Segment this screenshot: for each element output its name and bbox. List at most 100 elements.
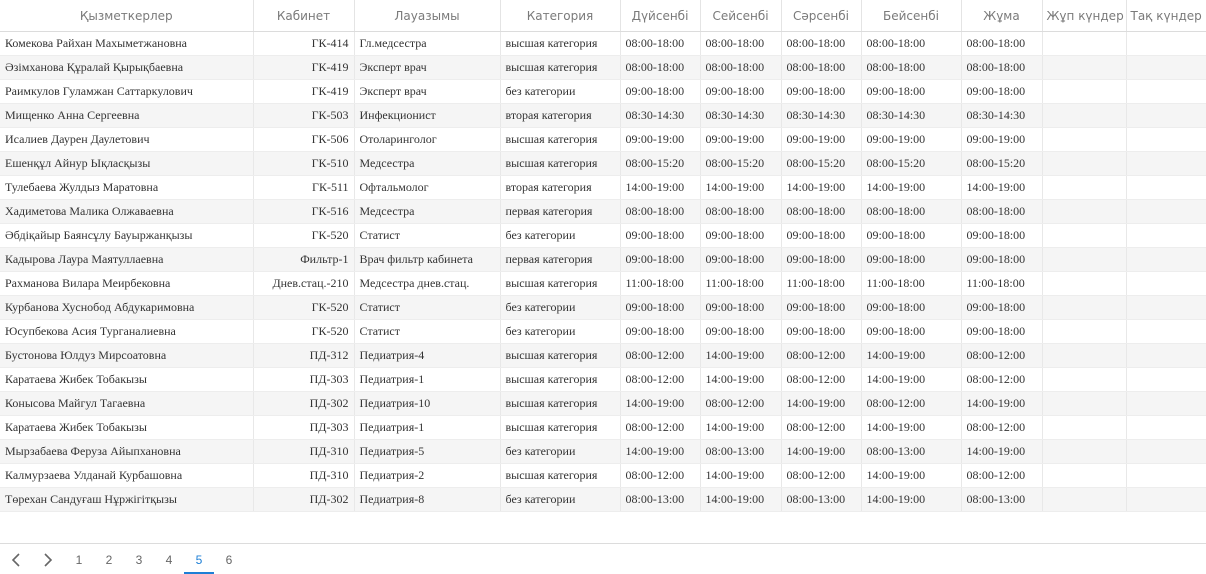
- table-row[interactable]: Калмурзаева Улданай Курбашовна ПД-310 Педи…: [0, 463, 1206, 488]
- cell-position: Педиатрия-8: [354, 487, 501, 512]
- cell-odd-days: [1126, 55, 1206, 80]
- cell-monday: 14:00-19:00: [620, 439, 701, 464]
- cell-monday: 08:00-18:00: [620, 55, 701, 80]
- cell-tuesday: 08:00-18:00: [700, 199, 782, 224]
- cell-even-days: [1042, 391, 1127, 416]
- column-header-monday[interactable]: Дүйсенбі: [620, 0, 701, 32]
- table-row[interactable]: Юсупбекова Асия Турганалиевна ГК-520 Стати…: [0, 319, 1206, 344]
- cell-even-days: [1042, 55, 1127, 80]
- cell-even-days: [1042, 127, 1127, 152]
- table-row[interactable]: Конысова Майгул Тагаевна ПД-302 Педиатрия-…: [0, 391, 1206, 416]
- table-body: Комекова Райхан Махыметжановна ГК-414 Гл.м…: [0, 31, 1206, 512]
- page-1-button[interactable]: 1: [64, 546, 94, 574]
- cell-employee-name: Комекова Райхан Махыметжановна: [0, 31, 254, 56]
- column-header-employees[interactable]: Қызметкерлер: [0, 0, 254, 32]
- cell-position: Медсестра: [354, 151, 501, 176]
- cell-cabinet: ГК-520: [253, 223, 355, 248]
- cell-monday: 08:00-12:00: [620, 343, 701, 368]
- column-header-category[interactable]: Категория: [500, 0, 621, 32]
- table-row[interactable]: Каратаева Жибек Тобакызы ПД-303 Педиатрия-…: [0, 415, 1206, 440]
- cell-cabinet: ГК-414: [253, 31, 355, 56]
- cell-thursday: 14:00-19:00: [861, 487, 962, 512]
- column-header-position[interactable]: Лауазымы: [354, 0, 501, 32]
- cell-tuesday: 08:00-13:00: [700, 439, 782, 464]
- column-header-cabinet[interactable]: Кабинет: [253, 0, 355, 32]
- cell-tuesday: 11:00-18:00: [700, 271, 782, 296]
- table-row[interactable]: Исалиев Даурен Даулетович ГК-506 Отоларинг…: [0, 127, 1206, 152]
- page-5-button[interactable]: 5: [184, 546, 214, 574]
- table-row[interactable]: Мищенко Анна Сергеевна ГК-503 Инфекционист…: [0, 103, 1206, 128]
- pagination: 123456: [0, 546, 244, 574]
- cell-category: высшая категория: [500, 415, 621, 440]
- cell-position: Врач фильтр кабинета: [354, 247, 501, 272]
- table-row[interactable]: Әзімханова Құралай Қырықбаевна ГК-419 Эксп…: [0, 55, 1206, 80]
- cell-category: без категории: [500, 223, 621, 248]
- cell-friday: 08:00-15:20: [961, 151, 1043, 176]
- cell-cabinet: ГК-506: [253, 127, 355, 152]
- cell-thursday: 08:00-18:00: [861, 199, 962, 224]
- column-header-even-days[interactable]: Жұп күндер: [1042, 0, 1127, 32]
- column-header-tuesday[interactable]: Сейсенбі: [700, 0, 782, 32]
- page-4-button[interactable]: 4: [154, 546, 184, 574]
- footer-divider: [0, 543, 1206, 544]
- table-row[interactable]: Каратаева Жибек Тобакызы ПД-303 Педиатрия-…: [0, 367, 1206, 392]
- cell-monday: 08:00-18:00: [620, 199, 701, 224]
- table-row[interactable]: Тулебаева Жулдыз Маратовна ГК-511 Офтальмо…: [0, 175, 1206, 200]
- cell-tuesday: 09:00-18:00: [700, 247, 782, 272]
- cell-monday: 09:00-18:00: [620, 79, 701, 104]
- cell-cabinet: ПД-312: [253, 343, 355, 368]
- cell-even-days: [1042, 271, 1127, 296]
- cell-category: вторая категория: [500, 175, 621, 200]
- cell-friday: 08:00-12:00: [961, 415, 1043, 440]
- table-row[interactable]: Хадиметова Малика Олжаваевна ГК-516 Медсес…: [0, 199, 1206, 224]
- column-header-wednesday[interactable]: Сәрсенбі: [781, 0, 862, 32]
- cell-thursday: 09:00-18:00: [861, 247, 962, 272]
- cell-odd-days: [1126, 223, 1206, 248]
- cell-cabinet: ГК-503: [253, 103, 355, 128]
- table-row[interactable]: Төрехан Сандуғаш Нұржігітқызы ПД-302 Педиа…: [0, 487, 1206, 512]
- cell-employee-name: Каратаева Жибек Тобакызы: [0, 415, 254, 440]
- table-row[interactable]: Комекова Райхан Махыметжановна ГК-414 Гл.м…: [0, 31, 1206, 56]
- cell-wednesday: 14:00-19:00: [781, 391, 862, 416]
- cell-tuesday: 14:00-19:00: [700, 367, 782, 392]
- cell-category: без категории: [500, 439, 621, 464]
- cell-monday: 09:00-18:00: [620, 247, 701, 272]
- page-3-button[interactable]: 3: [124, 546, 154, 574]
- cell-wednesday: 08:00-12:00: [781, 367, 862, 392]
- column-header-friday[interactable]: Жұма: [961, 0, 1043, 32]
- cell-even-days: [1042, 199, 1127, 224]
- table-row[interactable]: Әбдіқайыр Баянсұлу Бауыржанқызы ГК-520 Ста…: [0, 223, 1206, 248]
- cell-category: высшая категория: [500, 271, 621, 296]
- cell-cabinet: ПД-310: [253, 439, 355, 464]
- cell-odd-days: [1126, 415, 1206, 440]
- cell-employee-name: Бустонова Юлдуз Мирсоатовна: [0, 343, 254, 368]
- cell-cabinet: ГК-419: [253, 79, 355, 104]
- cell-cabinet: ГК-510: [253, 151, 355, 176]
- next-page-button[interactable]: [32, 546, 64, 574]
- cell-monday: 08:00-15:20: [620, 151, 701, 176]
- page-6-button[interactable]: 6: [214, 546, 244, 574]
- prev-page-button[interactable]: [0, 546, 32, 574]
- cell-category: высшая категория: [500, 127, 621, 152]
- cell-friday: 14:00-19:00: [961, 439, 1043, 464]
- cell-wednesday: 14:00-19:00: [781, 439, 862, 464]
- table-row[interactable]: Ешенқұл Айнур Ықласқызы ГК-510 Медсестра вы…: [0, 151, 1206, 176]
- page-2-button[interactable]: 2: [94, 546, 124, 574]
- cell-cabinet: ГК-511: [253, 175, 355, 200]
- column-header-odd-days[interactable]: Тақ күндер: [1126, 0, 1206, 32]
- table-row[interactable]: Курбанова Хуснобод Абдукаримовна ГК-520 Ст…: [0, 295, 1206, 320]
- table-row[interactable]: Мырзабаева Феруза Айыпхановна ПД-310 Педиа…: [0, 439, 1206, 464]
- cell-cabinet: ПД-302: [253, 391, 355, 416]
- table-row[interactable]: Рахманова Вилара Меирбековна Днев.стац.-2…: [0, 271, 1206, 296]
- cell-even-days: [1042, 367, 1127, 392]
- table-row[interactable]: Раимкулов Гуламжан Саттаркулович ГК-419 Эк…: [0, 79, 1206, 104]
- cell-thursday: 09:00-18:00: [861, 223, 962, 248]
- cell-odd-days: [1126, 199, 1206, 224]
- cell-cabinet: Фильтр-1: [253, 247, 355, 272]
- cell-friday: 09:00-18:00: [961, 247, 1043, 272]
- cell-odd-days: [1126, 295, 1206, 320]
- column-header-thursday[interactable]: Бейсенбі: [861, 0, 962, 32]
- cell-position: Педиатрия-10: [354, 391, 501, 416]
- table-row[interactable]: Кадырова Лаура Маятуллаевна Фильтр-1 Врач …: [0, 247, 1206, 272]
- table-row[interactable]: Бустонова Юлдуз Мирсоатовна ПД-312 Педиатр…: [0, 343, 1206, 368]
